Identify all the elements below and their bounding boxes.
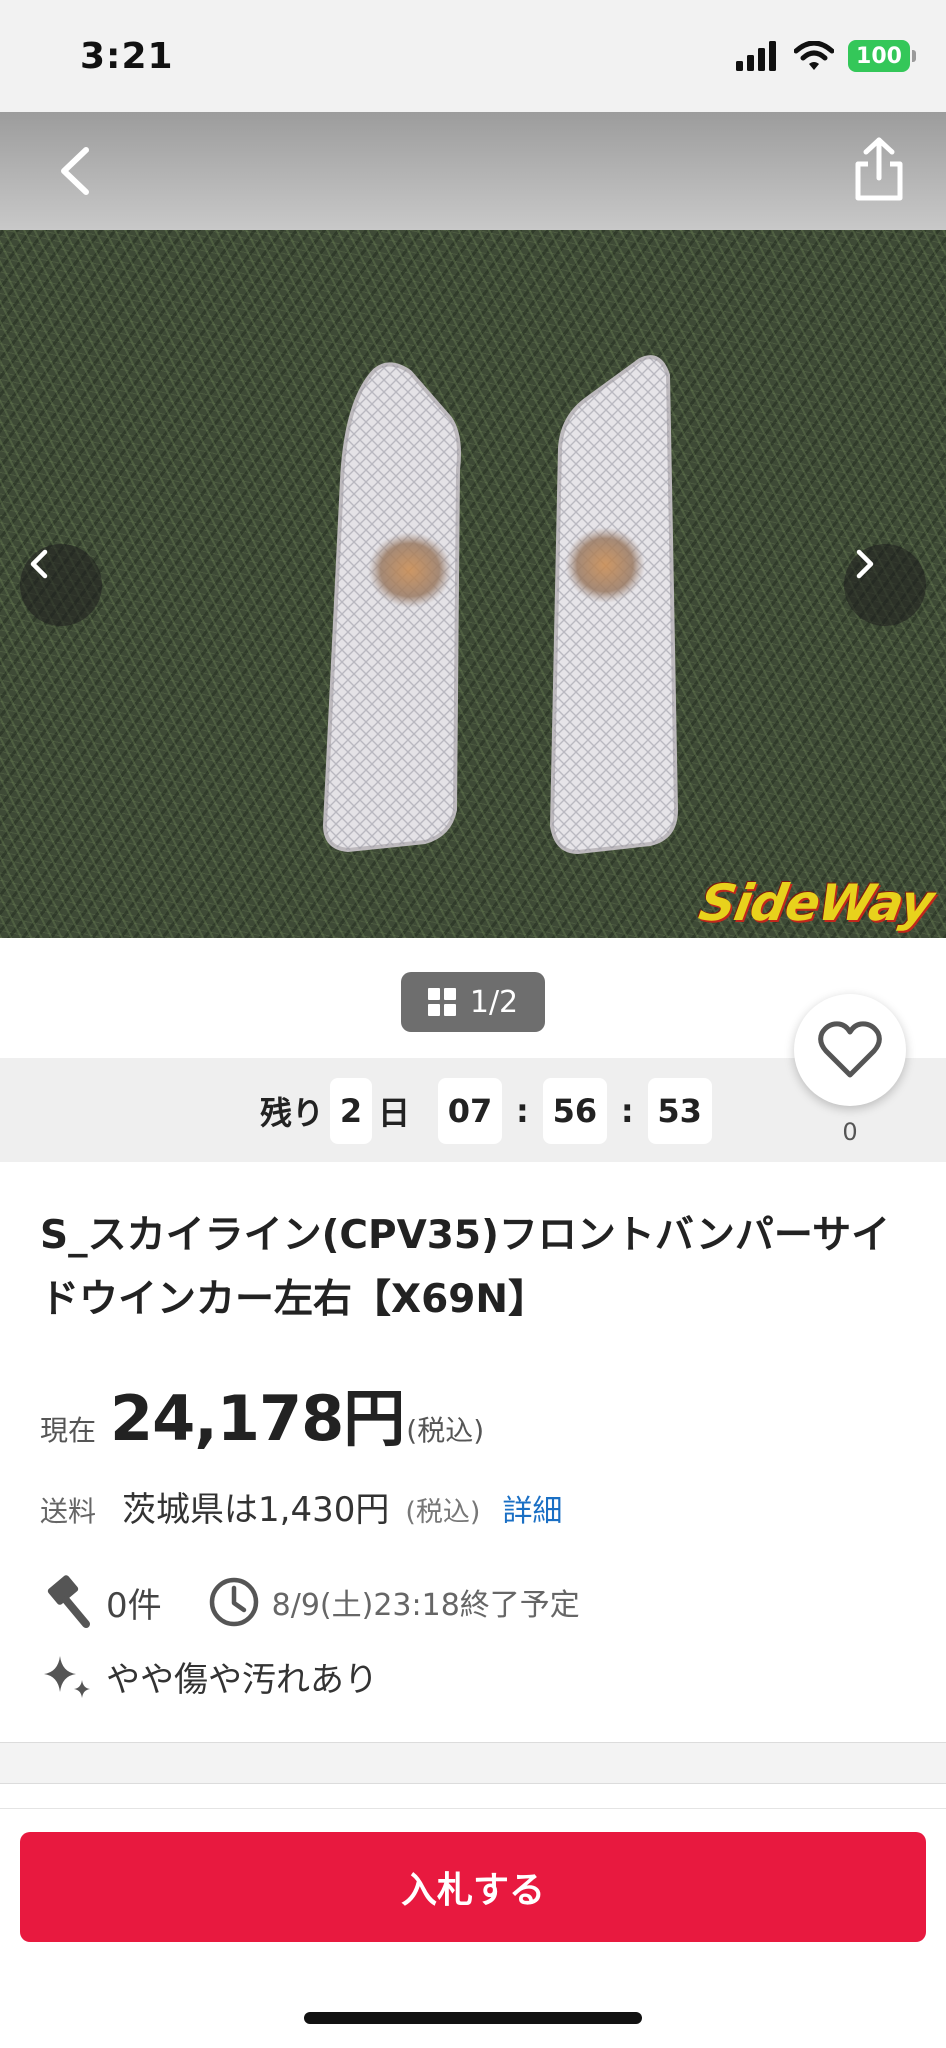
shipping-label: 送料 [40,1495,97,1528]
chevron-left-icon [61,147,89,195]
shipping-detail-link[interactable]: 詳細 [502,1486,562,1530]
share-icon [855,137,903,201]
shipping-value: 茨城県は1,430円 [122,1490,390,1530]
countdown-day-unit: 日 [378,1094,411,1132]
countdown-days: 2 [330,1078,373,1144]
price-tax-note: (税込) [406,1414,485,1447]
chevron-left-icon [30,549,48,579]
next-image-button[interactable] [844,544,926,626]
watermark-logo: SideWay [694,874,938,932]
status-icons: 100 [736,40,916,72]
countdown-separator: : [620,1092,634,1130]
countdown-prefix: 残り [260,1094,325,1132]
countdown-timer: 残り 2 日 07 : 56 : 53 [260,1078,718,1144]
countdown-seconds: 53 [647,1078,712,1144]
gallery-counter-button[interactable]: 1/2 [401,972,545,1032]
bid-meta-row: 0件 8/9(土)23:18終了予定 [40,1574,580,1630]
end-time: 8/9(土)23:18終了予定 [271,1588,580,1623]
back-button[interactable] [44,136,114,206]
sparkle-icon [40,1648,96,1704]
bid-count: 0件 [106,1585,162,1626]
home-indicator [304,2012,642,2024]
product-image[interactable]: SideWay [0,230,946,938]
item-title: S_スカイライン(CPV35)フロントバンパーサイドウインカー左右【X69N】 [40,1213,891,1322]
countdown-hours: 07 [438,1078,503,1144]
cellular-signal-icon [736,41,776,71]
countdown-minutes: 56 [542,1078,607,1144]
price-row: 現在 24,178円 (税込) [40,1368,484,1458]
bid-button[interactable]: 入札する [20,1832,926,1942]
chevron-right-icon [856,549,874,579]
condition-row: やや傷や汚れあり [40,1648,378,1704]
favorite-count: 0 [842,1118,858,1146]
favorite-button[interactable] [794,994,906,1106]
price-label: 現在 [40,1414,97,1447]
gavel-icon [40,1574,96,1630]
status-time: 3:21 [80,36,174,77]
favorite: 0 [794,994,906,1146]
nav-bar [0,112,946,230]
battery-indicator: 100 [848,40,916,72]
share-button[interactable] [844,132,914,208]
current-price: 24,178円 [110,1382,405,1455]
product-photo [322,355,679,855]
condition-text: やや傷や汚れあり [106,1659,378,1700]
shipping-tax-note: (税込) [405,1497,481,1528]
previous-image-button[interactable] [20,544,102,626]
clock-icon [206,1574,262,1630]
divider-line [0,1808,946,1809]
section-divider [0,1742,946,1784]
grid-icon [427,988,456,1016]
countdown-separator: : [516,1092,529,1130]
gallery-counter-text: 1/2 [469,984,519,1020]
wifi-icon [794,41,834,70]
status-bar: 3:21 100 [0,0,946,112]
heart-icon [818,1021,882,1078]
shipping-row: 送料 茨城県は1,430円 (税込) 詳細 [40,1482,562,1531]
